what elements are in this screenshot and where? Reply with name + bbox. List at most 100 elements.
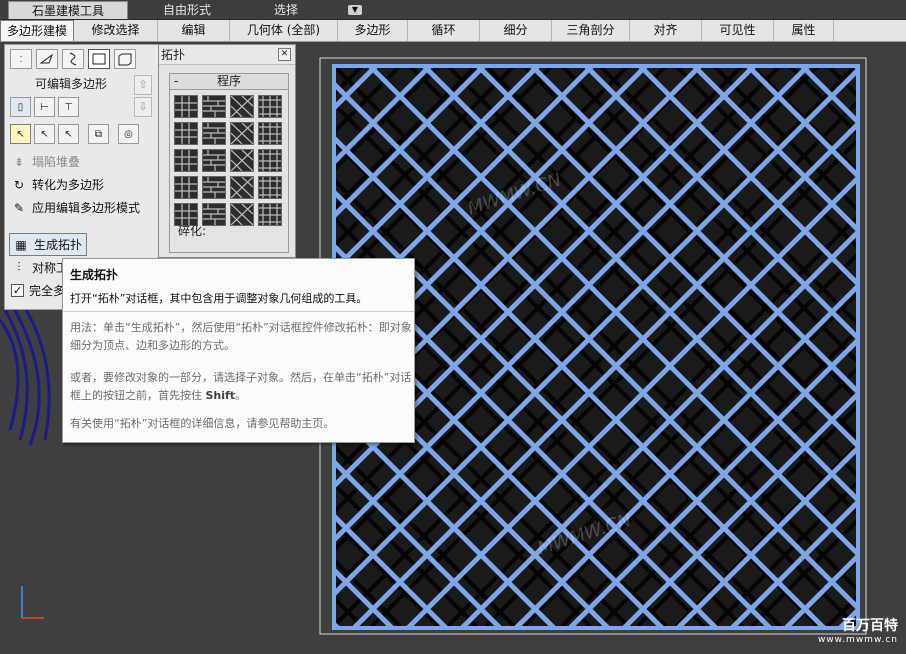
collapse-stack-button[interactable]: ⇟ 塌陷堆叠 — [5, 150, 158, 173]
tab-triangulation[interactable]: 三角剖分 — [552, 20, 630, 41]
tab-polygons[interactable]: 多边形 — [338, 20, 408, 41]
topology-dialog: 拓扑 ✕ - 程序 碎化: — [158, 44, 296, 258]
topology-pattern-button[interactable] — [230, 149, 254, 172]
pattern-icon — [203, 150, 225, 171]
tooltip-subtitle: 打开“拓朴”对话框，其中包含用于调整对象几何组成的工具。 — [70, 292, 368, 305]
site-logo: 百万百特 www.mwmw.cn — [818, 615, 898, 645]
element-mode-button[interactable] — [114, 49, 136, 69]
tooltip-generate-topology: 生成拓扑 打开“拓朴”对话框，其中包含用于调整对象几何组成的工具。 用法：单击“… — [62, 258, 415, 443]
pattern-icon — [203, 204, 225, 225]
topology-pattern-button[interactable] — [202, 95, 226, 118]
cage-view-icon: ⧉ — [94, 128, 103, 140]
topology-pattern-button[interactable] — [174, 176, 198, 199]
topology-pattern-button[interactable] — [230, 203, 254, 226]
convert-icon: ↻ — [13, 177, 25, 192]
cage-icon: ⊢ — [40, 101, 49, 113]
tab-visibility[interactable]: 可见性 — [702, 20, 774, 41]
tab-freeform[interactable]: 自由形式 — [142, 1, 232, 19]
topology-pattern-button[interactable] — [230, 176, 254, 199]
tab-subdivision[interactable]: 细分 — [480, 20, 552, 41]
select-polygon-button[interactable]: ↖ — [58, 124, 79, 144]
topology-pattern-button[interactable] — [258, 176, 282, 199]
checkbox-checked-icon[interactable]: ✓ — [11, 284, 24, 297]
preserve-uv-button[interactable]: ▯ — [10, 97, 31, 117]
select-object-button[interactable]: ↖ — [10, 124, 31, 144]
pattern-icon — [259, 150, 281, 171]
tab-modify-selection[interactable]: 修改选择 — [74, 20, 158, 41]
topology-pattern-button[interactable] — [202, 122, 226, 145]
generate-topology-button[interactable]: ▦ 生成拓扑 — [9, 233, 87, 256]
edge-icon — [40, 53, 54, 64]
topology-pattern-button[interactable] — [174, 95, 198, 118]
edge-mode-button[interactable] — [36, 49, 58, 69]
border-icon — [69, 52, 77, 66]
ribbon-tab-bar: 石墨建模工具 自由形式 选择 ▼ — [0, 0, 906, 20]
topology-pattern-button[interactable] — [258, 95, 282, 118]
cage-view-button[interactable]: ⧉ — [88, 124, 109, 144]
logo-sub-text: www.mwmw.cn — [817, 635, 898, 645]
procedural-rollout-header[interactable]: - 程序 — [170, 74, 288, 90]
smooth-button[interactable]: ◎ — [118, 124, 139, 144]
topology-pattern-button[interactable] — [174, 122, 198, 145]
topology-pattern-button[interactable] — [202, 176, 226, 199]
pattern-icon — [231, 177, 253, 198]
procedural-group: - 程序 碎化: — [169, 73, 289, 253]
tooltip-subobject-note: 或者，要修改对象的一部分，请选择子对象。然后，在单击“拓朴”对话框上的按钮之前，… — [70, 371, 412, 402]
show-end-result-button[interactable]: ⊤ — [58, 97, 79, 117]
symmetry-icon: ⫶ — [17, 260, 21, 274]
topology-pattern-button[interactable] — [174, 149, 198, 172]
cursor-icon: ↖ — [16, 128, 25, 140]
tab-geometry-all[interactable]: 几何体 (全部) — [230, 20, 338, 41]
pattern-icon — [175, 96, 197, 117]
topology-pattern-button[interactable] — [202, 149, 226, 172]
tab-properties[interactable]: 属性 — [774, 20, 834, 41]
pattern-icon — [231, 96, 253, 117]
end-result-icon: ⊤ — [64, 101, 73, 113]
logo-main-text: 百万百特 — [842, 618, 898, 634]
close-icon[interactable]: ✕ — [278, 48, 291, 61]
arrow-up-icon[interactable]: ⇧ — [134, 75, 152, 95]
pattern-icon — [203, 96, 225, 117]
tab-align[interactable]: 对齐 — [630, 20, 702, 41]
topology-pattern-button[interactable] — [230, 95, 254, 118]
collapse-stack-icon: ⇟ — [13, 154, 25, 169]
pattern-icon — [203, 177, 225, 198]
ribbon-panel-bar: 多边形建模 修改选择 编辑 几何体 (全部) 多边形 循环 细分 三角剖分 对齐… — [0, 20, 906, 42]
topology-pattern-button[interactable] — [258, 122, 282, 145]
convert-to-poly-button[interactable]: ↻ 转化为多边形 — [5, 173, 158, 196]
topology-pattern-button[interactable] — [230, 122, 254, 145]
arrow-down-icon[interactable]: ⇩ — [134, 97, 152, 117]
pattern-icon — [203, 123, 225, 144]
vertex-mode-button[interactable]: ⁚ — [10, 49, 32, 69]
tab-poly-modeling[interactable]: 多边形建模 — [0, 20, 74, 41]
pattern-icon — [259, 204, 281, 225]
topology-pattern-button[interactable] — [258, 203, 282, 226]
pattern-icon — [259, 123, 281, 144]
collapse-icon: - — [174, 74, 179, 88]
border-mode-button[interactable] — [62, 49, 84, 69]
topology-icon: ▦ — [15, 237, 27, 252]
topology-dialog-title[interactable]: 拓扑 ✕ — [159, 45, 295, 65]
select-vertex-button[interactable]: ↖ — [34, 124, 55, 144]
pattern-icon — [259, 96, 281, 117]
background-wire — [0, 300, 51, 446]
polygon-mode-button[interactable] — [88, 49, 110, 69]
ribbon-dropdown-icon[interactable]: ▼ — [348, 4, 362, 15]
pattern-icon — [175, 177, 197, 198]
apply-edit-poly-button[interactable]: ✎ 应用编辑多边形模式 — [5, 196, 158, 219]
tab-edit[interactable]: 编辑 — [158, 20, 230, 41]
tab-graphite-modeling[interactable]: 石墨建模工具 — [8, 0, 128, 19]
tooltip-help-note: 有关使用“拓朴”对话框的详细信息，请参见帮助主页。 — [70, 417, 335, 430]
pattern-icon — [231, 150, 253, 171]
tab-loops[interactable]: 循环 — [408, 20, 480, 41]
show-cage-button[interactable]: ⊢ — [34, 97, 55, 117]
vertex-icon: ⁚ — [19, 54, 23, 64]
tab-selection[interactable]: 选择 — [246, 1, 326, 19]
tooltip-usage: 用法：单击“生成拓朴”，然后使用“拓朴”对话框控件修改拓朴：即对象细分为顶点、边… — [70, 321, 412, 352]
axis-gizmo-icon — [21, 586, 44, 619]
tooltip-title: 生成拓扑 — [70, 268, 119, 282]
topology-pattern-button[interactable] — [258, 149, 282, 172]
smooth-icon: ◎ — [124, 128, 133, 140]
edit-poly-icon: ✎ — [13, 200, 25, 215]
pattern-icon — [175, 150, 197, 171]
